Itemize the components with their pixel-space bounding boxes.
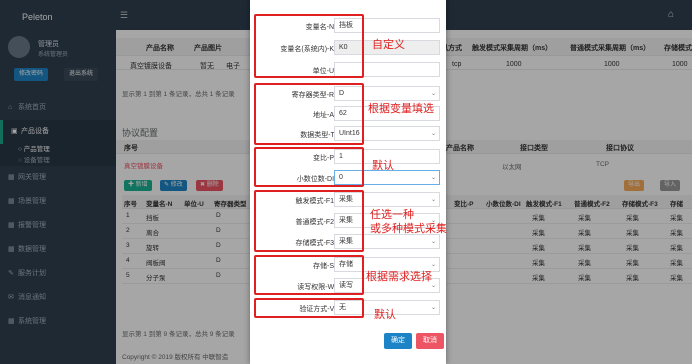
annotation-default-2: 默认 — [374, 309, 396, 321]
annotation-default-1: 默认 — [372, 160, 394, 172]
annotation-box-modes — [254, 190, 364, 252]
chevron-down-icon: ⌄ — [430, 197, 436, 203]
app-window: Peleton ☰ ⌂ 管理员 系统管理员 修改密码 退出系统 ⌂ 系统首页 ▣ 产… — [0, 0, 692, 364]
annotation-box-default-2 — [254, 298, 364, 318]
annotation-by-variable: 根据变量填选 — [368, 103, 434, 115]
chevron-down-icon: ⌄ — [430, 239, 436, 245]
chevron-down-icon: ⌄ — [430, 175, 436, 181]
annotation-box-default-1 — [254, 147, 364, 187]
annotation-box-storage — [254, 255, 364, 295]
annotation-by-need: 根据需求选择 — [366, 271, 432, 283]
annotation-box-custom — [254, 14, 364, 78]
confirm-button[interactable]: 确定 — [384, 333, 412, 349]
annotation-mode-choice: 任选一种 或多种模式采集 — [370, 209, 447, 235]
annotation-box-register — [254, 83, 364, 145]
annotation-custom: 自定义 — [372, 39, 405, 51]
cancel-button[interactable]: 取消 — [416, 333, 444, 349]
chevron-down-icon: ⌄ — [430, 131, 436, 137]
chevron-down-icon: ⌄ — [430, 305, 436, 311]
